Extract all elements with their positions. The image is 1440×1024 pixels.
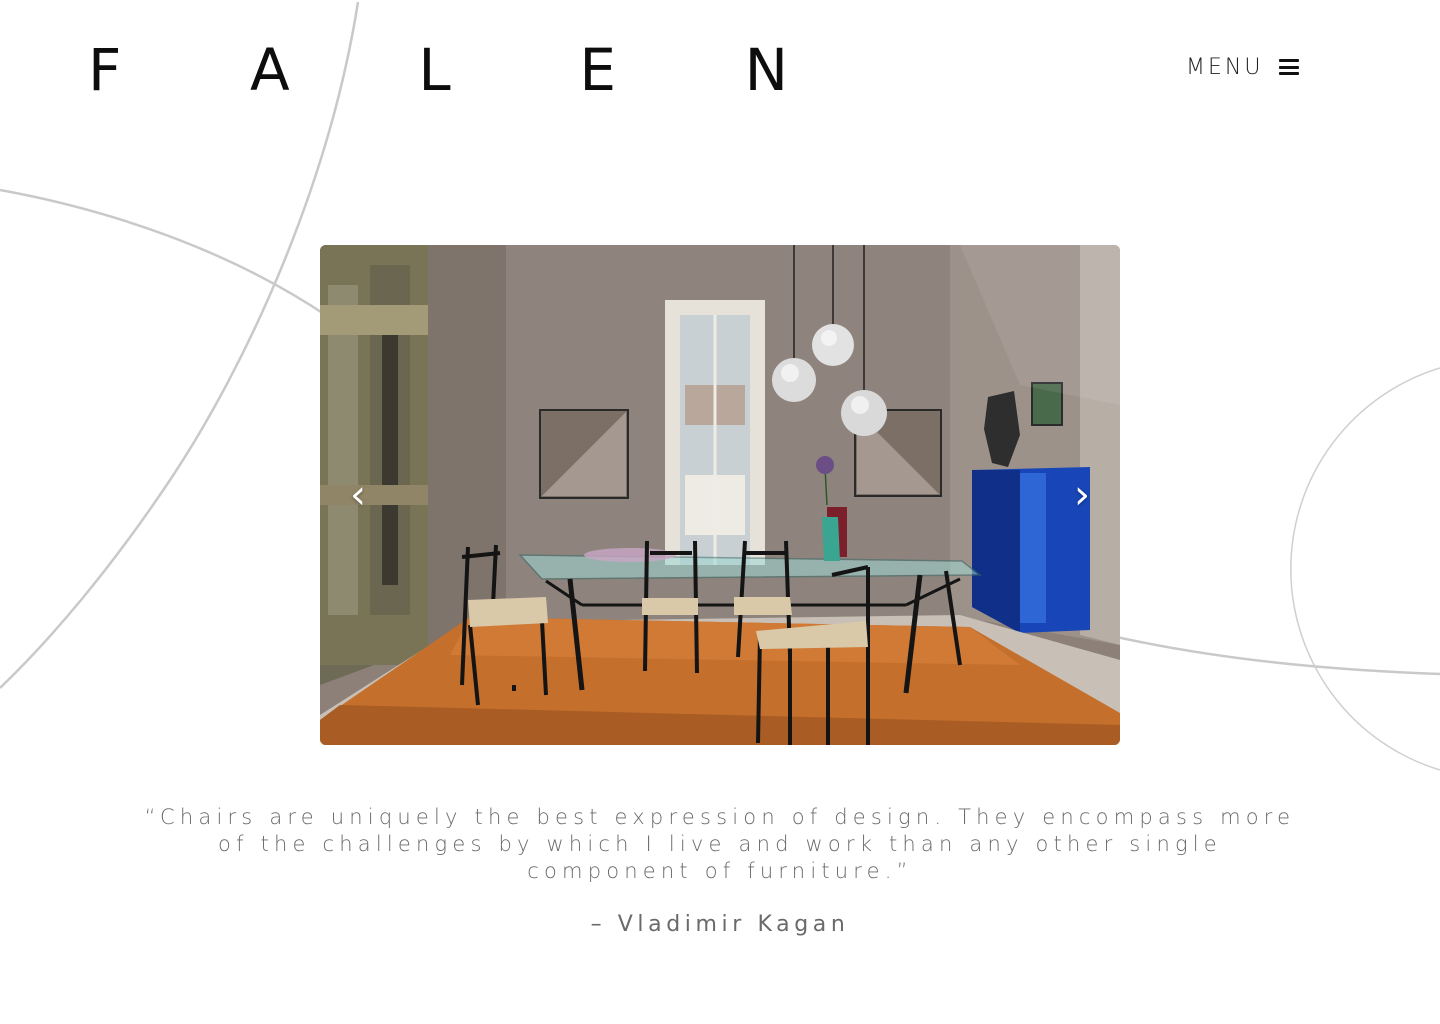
logo-letter: N	[744, 36, 788, 104]
menu-button[interactable]: MENU	[1186, 52, 1300, 82]
menu-label: MENU	[1186, 54, 1264, 80]
quote-text: “Chairs are uniquely the best expression…	[144, 805, 1296, 883]
dining-room-photo	[320, 245, 1120, 745]
hamburger-menu-icon	[1279, 59, 1300, 75]
logo-letter: E	[579, 36, 616, 104]
logo-letter: A	[250, 36, 290, 104]
chevron-left-icon: ‹	[350, 472, 366, 518]
slider-next-button[interactable]: ›	[1062, 472, 1102, 518]
chevron-right-icon: ›	[1074, 472, 1090, 518]
brand-logo[interactable]: F A L E N	[88, 38, 788, 102]
logo-letter: F	[88, 36, 122, 104]
quote-author: – Vladimir Kagan	[590, 912, 850, 937]
logo-letter: L	[418, 36, 451, 104]
slider-prev-button[interactable]: ‹	[338, 472, 378, 518]
image-slider[interactable]: ‹ ›	[320, 245, 1120, 745]
